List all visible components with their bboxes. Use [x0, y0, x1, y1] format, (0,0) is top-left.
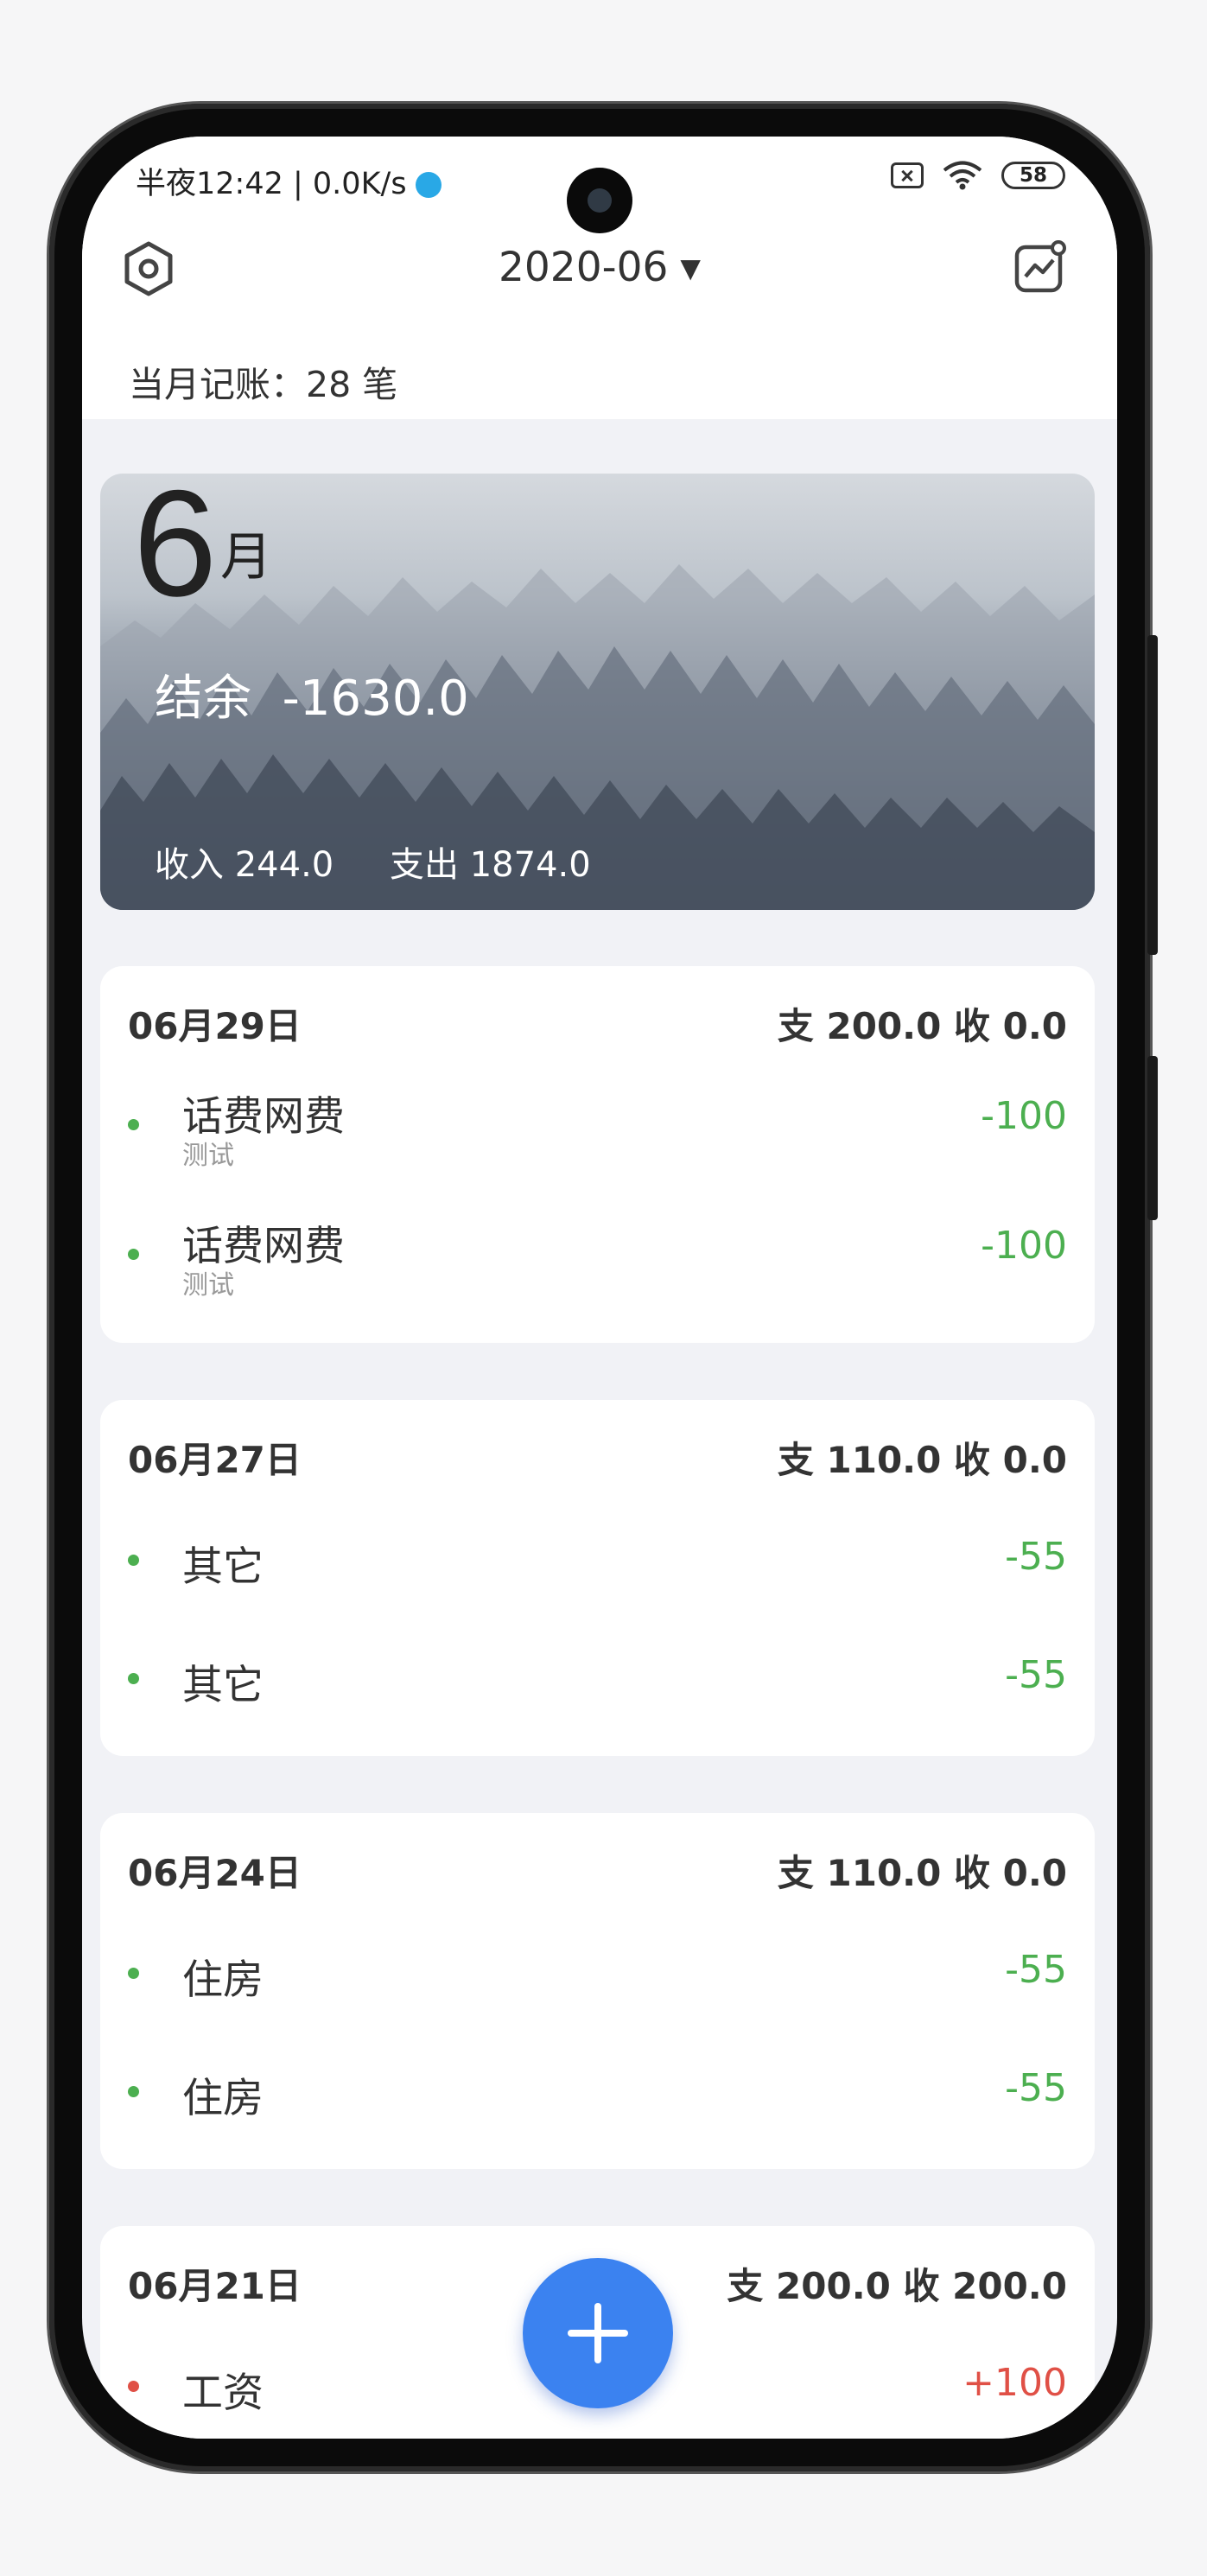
battery-level: 58 [1019, 164, 1047, 187]
category-dot [128, 1673, 139, 1684]
category-dot [128, 1249, 139, 1260]
category-dot [128, 2381, 139, 2392]
expense-value: 1874.0 [469, 845, 591, 885]
day-date: 06月29日 [128, 1005, 302, 1047]
day-summary: 支 200.0 收 200.0 [727, 2265, 1067, 2307]
day-card[interactable]: 06月29日 支 200.0 收 0.0 话费网费 测试 -100 话费网费 测… [100, 966, 1095, 1343]
record-note: 测试 [182, 1270, 234, 1301]
record-row[interactable]: 其它 -55 [100, 1521, 1095, 1607]
day-summary: 支 200.0 收 0.0 [777, 1005, 1067, 1047]
record-row[interactable]: 话费网费 测试 -100 [100, 1087, 1095, 1174]
record-category: 住房 [182, 1956, 264, 2004]
record-category: 其它 [182, 1543, 264, 1591]
record-amount: -55 [1005, 1653, 1067, 1697]
category-dot [128, 1555, 139, 1566]
record-amount: -55 [1005, 1948, 1067, 1992]
day-date: 06月24日 [128, 1852, 302, 1894]
day-card[interactable]: 06月24日 支 110.0 收 0.0 住房 -55 住房 -55 [100, 1813, 1095, 2169]
volume-button [1147, 635, 1158, 955]
day-date: 06月21日 [128, 2265, 302, 2307]
record-row[interactable]: 住房 -55 [100, 1934, 1095, 2020]
expense-total: 支出 1874.0 [390, 836, 591, 887]
app-screen: 半夜12:42 | 0.0K/s 58 2020-06▾ 当月记账：28 笔 [82, 137, 1117, 2439]
record-note: 测试 [182, 1141, 234, 1171]
power-button [1147, 1056, 1158, 1220]
category-dot [128, 2086, 139, 2097]
app-notification-icon [415, 172, 442, 198]
chevron-down-icon: ▾ [680, 244, 701, 291]
battery-indicator: 58 [1001, 162, 1065, 189]
status-time: 半夜12:42 | 0.0K/s [136, 167, 407, 201]
day-summary: 支 110.0 收 0.0 [777, 1439, 1067, 1481]
monthly-record-count: 当月记账：28 笔 [129, 355, 397, 407]
income-total: 收入 244.0 [155, 836, 334, 887]
balance-label: 结余 [155, 671, 251, 727]
balance-text: 结余 -1630.0 [155, 659, 469, 729]
day-summary: 支 110.0 收 0.0 [777, 1852, 1067, 1894]
income-value: 244.0 [234, 845, 334, 885]
no-sim-icon [891, 162, 924, 188]
category-dot [128, 1119, 139, 1130]
add-record-button[interactable] [523, 2258, 673, 2408]
expense-label: 支出 [390, 845, 459, 885]
record-row[interactable]: 其它 -55 [100, 1639, 1095, 1726]
record-amount: -100 [981, 1224, 1067, 1268]
wifi-icon [943, 161, 982, 190]
month-label: 2020-06 [499, 244, 669, 291]
balance-value: -1630.0 [282, 671, 469, 727]
status-icons: 58 [891, 161, 1065, 190]
count-label: 当月记账： [129, 364, 306, 405]
count-value: 28 笔 [306, 364, 398, 405]
record-category: 工资 [182, 2369, 264, 2417]
record-row[interactable]: 住房 -55 [100, 2052, 1095, 2139]
chart-trend-icon[interactable] [1012, 239, 1069, 296]
month-unit: 月 [220, 527, 272, 588]
month-selector[interactable]: 2020-06 ▾ [82, 244, 1117, 291]
app-header: 2020-06 ▾ [82, 223, 1117, 327]
month-number: 6 [133, 474, 218, 628]
month-summary-banner: 6 月 结余 -1630.0 收入 244.0 支出 1874.0 [100, 474, 1095, 910]
record-amount: -100 [981, 1094, 1067, 1138]
record-category: 其它 [182, 1662, 264, 1709]
day-card[interactable]: 06月27日 支 110.0 收 0.0 其它 -55 其它 -55 [100, 1400, 1095, 1756]
category-dot [128, 1968, 139, 1979]
record-row[interactable]: 话费网费 测试 -100 [100, 1217, 1095, 1303]
income-label: 收入 [155, 845, 224, 885]
day-date: 06月27日 [128, 1439, 302, 1481]
status-bar: 半夜12:42 | 0.0K/s [136, 159, 442, 203]
record-amount: -55 [1005, 1535, 1067, 1579]
record-amount: +100 [962, 2361, 1067, 2405]
record-category: 住房 [182, 2075, 264, 2122]
record-amount: -55 [1005, 2066, 1067, 2110]
